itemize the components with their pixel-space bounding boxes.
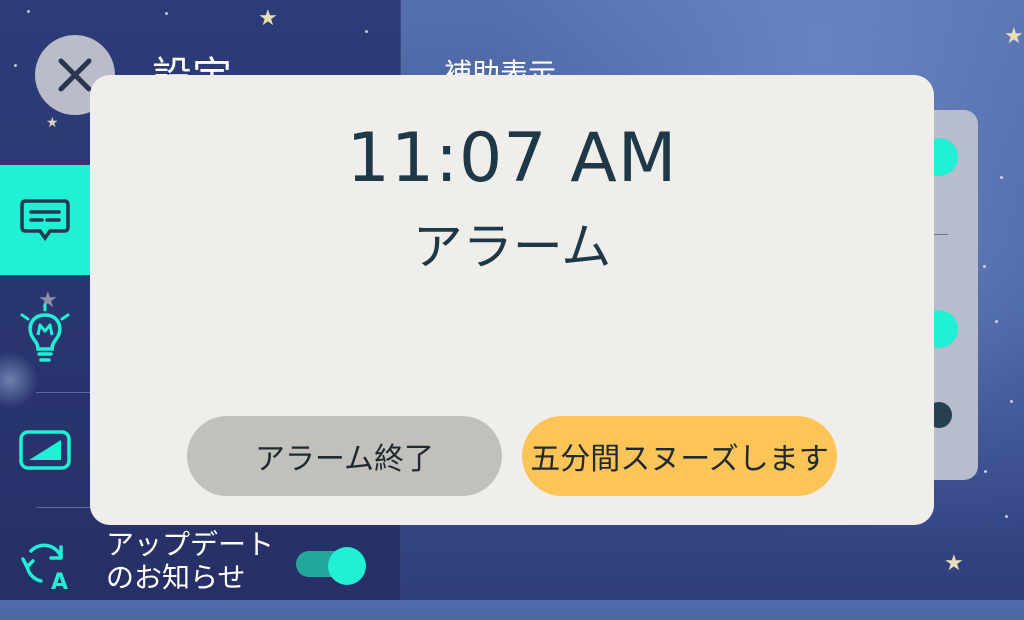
sidebar-item-display[interactable] (0, 395, 90, 505)
svg-text:A: A (51, 570, 68, 593)
update-notification-toggle[interactable] (296, 547, 368, 585)
lightbulb-icon (20, 303, 70, 362)
star-icon: ★ (258, 6, 278, 31)
star-icon: ★ (944, 551, 964, 576)
auto-update-icon: A (21, 543, 68, 593)
alarm-label: アラーム (412, 218, 612, 276)
screen-icon (19, 430, 71, 470)
update-notification-label: アップデート のお知らせ (106, 528, 275, 594)
sidebar-item-update[interactable]: A (0, 510, 90, 620)
sidebar-item-caption[interactable] (0, 165, 90, 275)
alarm-time: 11:07 AM (346, 119, 678, 198)
star-icon: ★ (46, 115, 59, 131)
star-icon: ★ (1004, 24, 1024, 49)
sidebar-item-bulb[interactable] (0, 280, 90, 390)
alarm-dialog: 11:07 AM アラーム アラーム終了 五分間スヌーズします (90, 75, 934, 525)
stop-alarm-button[interactable]: アラーム終了 (187, 416, 502, 496)
close-icon (58, 58, 92, 92)
snooze-button[interactable]: 五分間スヌーズします (522, 416, 837, 496)
speech-bubble-icon (20, 199, 70, 242)
